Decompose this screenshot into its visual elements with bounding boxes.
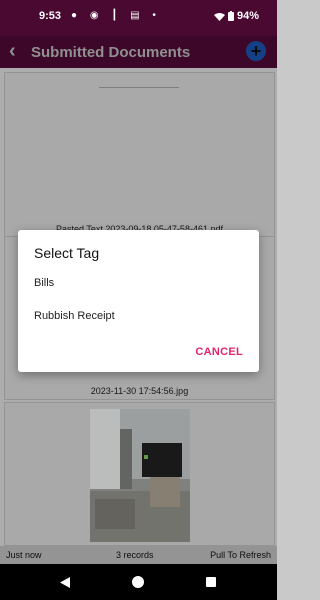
recents-nav-icon[interactable] <box>206 577 216 587</box>
tag-option-bills[interactable]: Bills <box>34 277 54 289</box>
battery-percent: 94% <box>236 10 259 22</box>
cancel-button[interactable]: CANCEL <box>195 346 243 358</box>
battery-icon <box>227 11 234 22</box>
dialog-title: Select Tag <box>34 245 100 261</box>
status-bar: 9:53 ● ◉ ┃ ▤ • 94% <box>0 0 277 36</box>
system-status: 94% <box>213 10 259 22</box>
notification-icons: ● ◉ ┃ ▤ • <box>71 10 161 21</box>
tag-option-rubbish-receipt[interactable]: Rubbish Receipt <box>34 310 115 322</box>
home-nav-icon[interactable] <box>132 576 144 588</box>
wifi-icon <box>213 12 225 21</box>
system-nav-bar <box>0 564 277 600</box>
select-tag-dialog: Select Tag Bills Rubbish Receipt CANCEL <box>18 230 259 372</box>
status-time: 9:53 <box>39 10 62 22</box>
back-nav-icon[interactable] <box>60 577 70 588</box>
